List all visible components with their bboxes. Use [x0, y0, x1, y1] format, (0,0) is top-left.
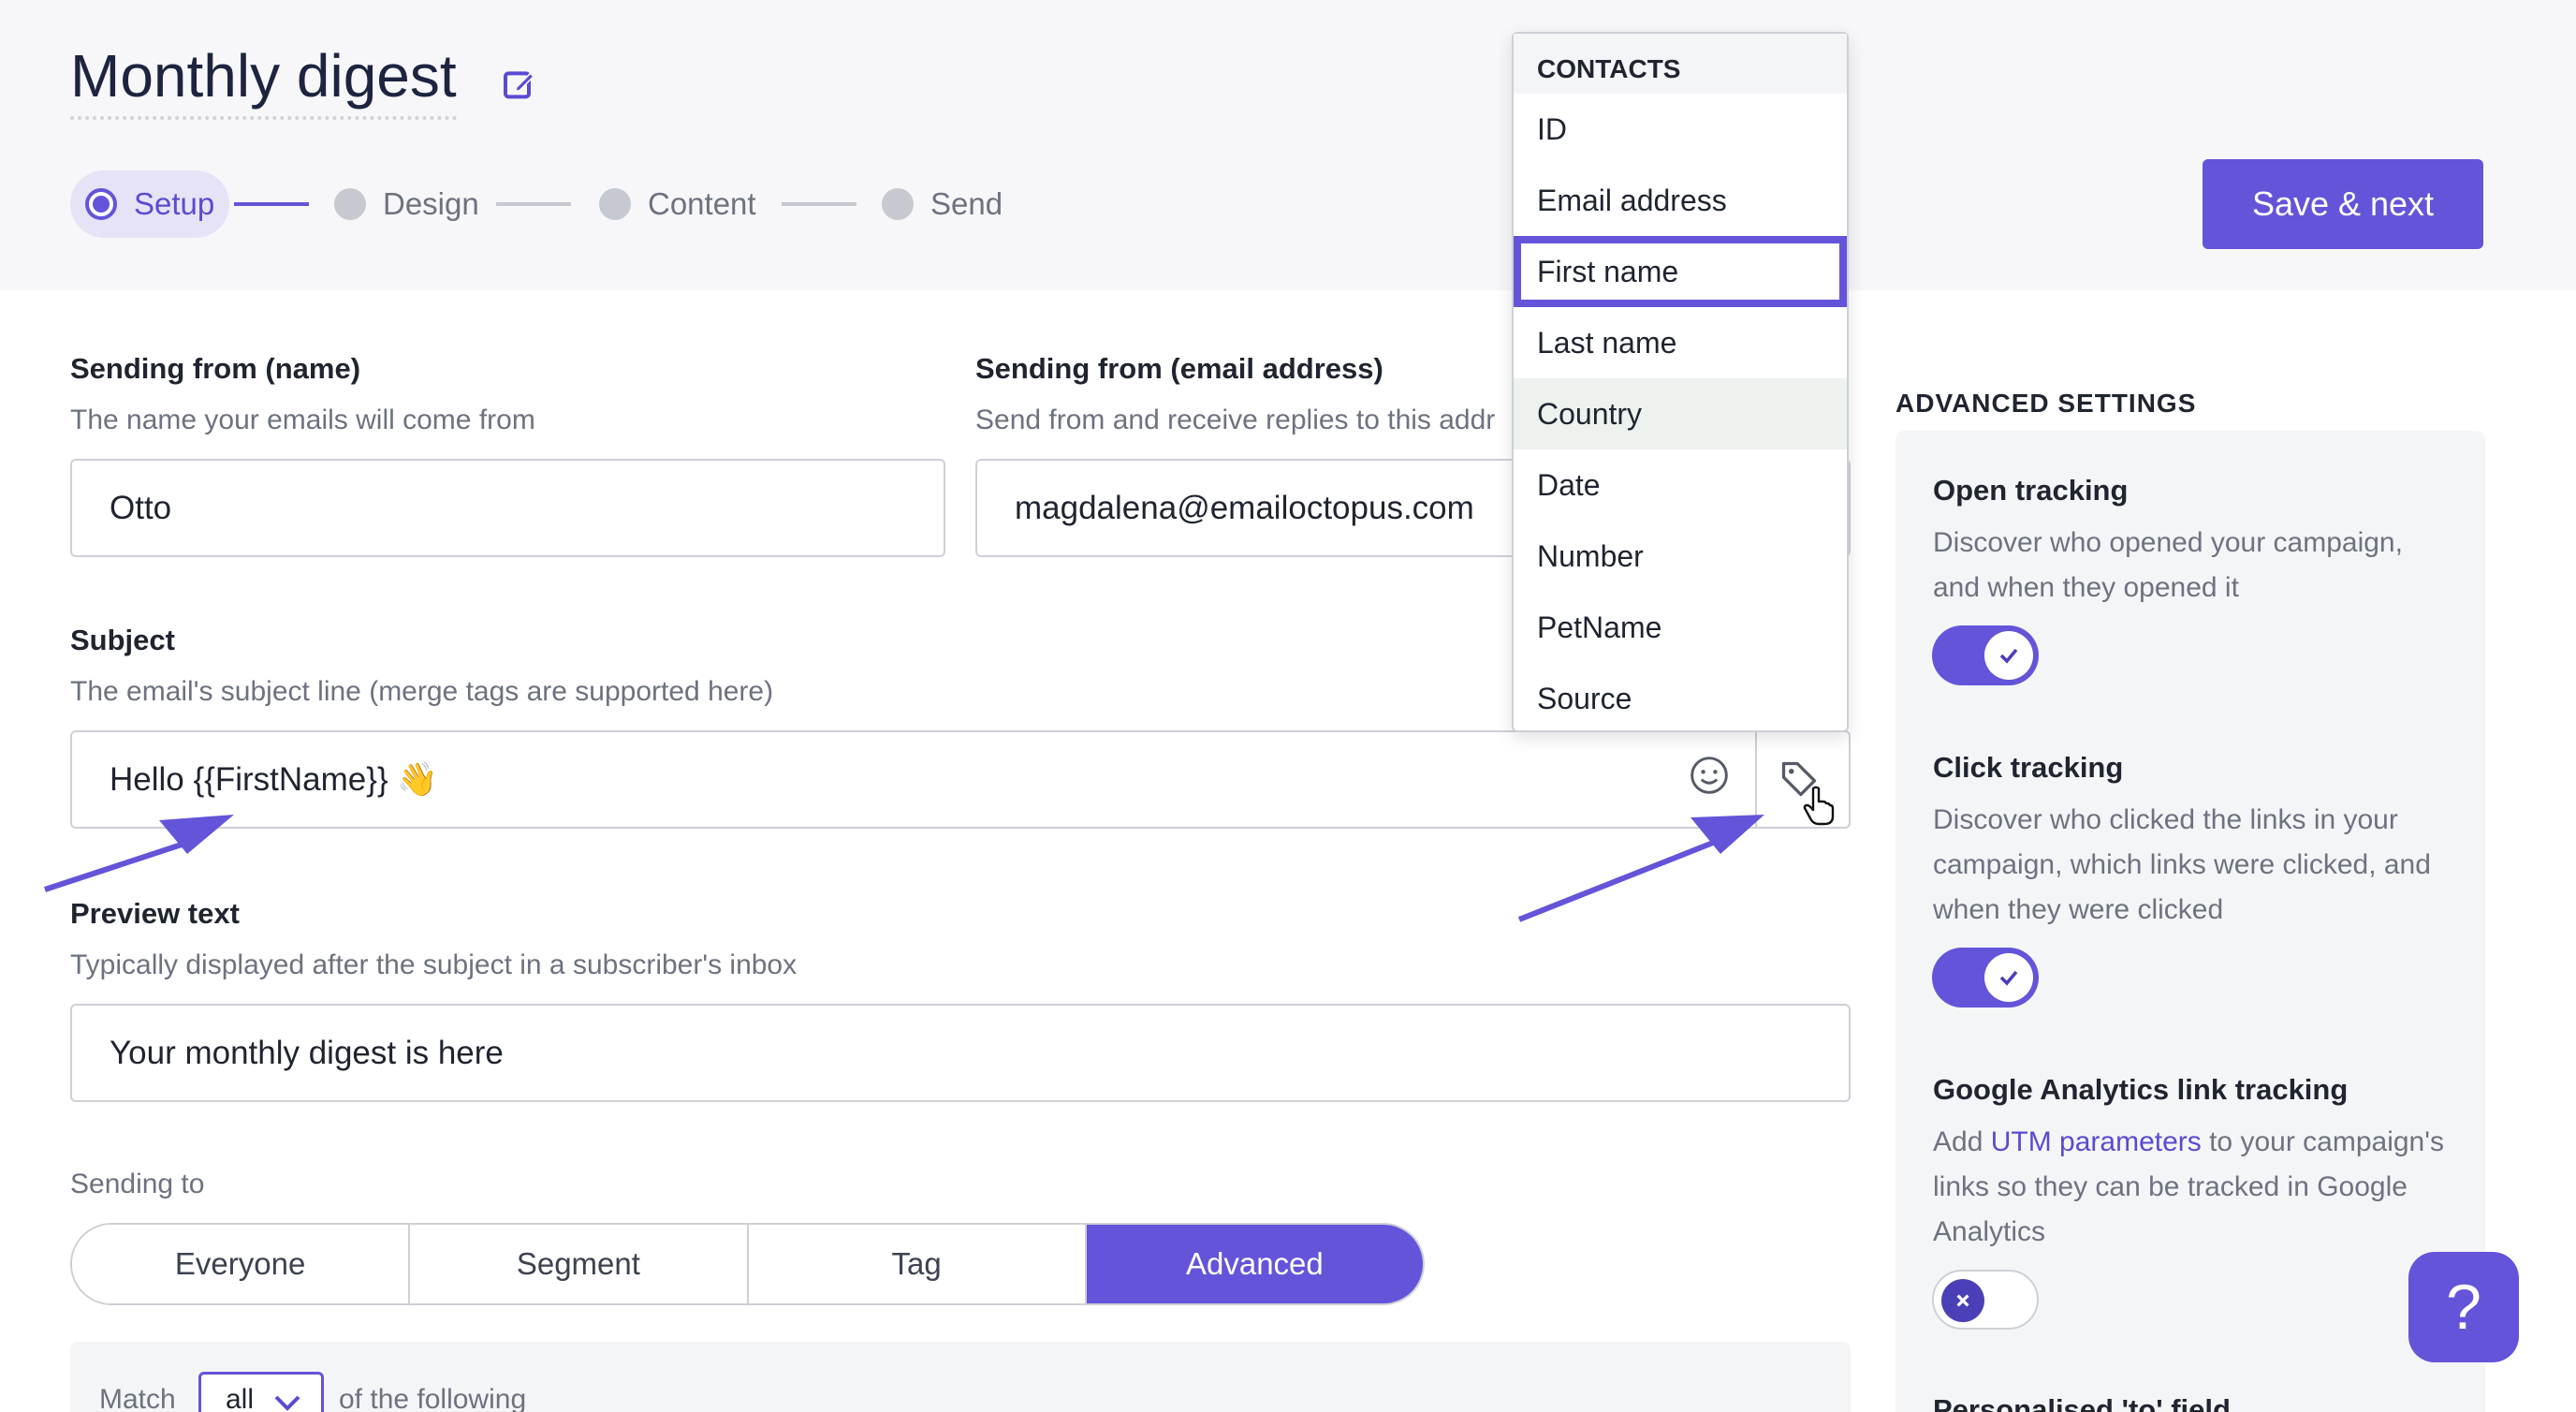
toggle-knob	[1984, 631, 2033, 680]
step-label: Design	[383, 186, 479, 221]
dropdown-item[interactable]: Email address	[1514, 165, 1847, 236]
step-label: Send	[930, 186, 1003, 221]
click-tracking-toggle[interactable]	[1932, 948, 2039, 1008]
step-dot	[599, 188, 631, 220]
step-label: Setup	[134, 186, 215, 221]
page-title: Monthly digest	[70, 41, 457, 120]
from-name-hint: The name your emails will come from	[70, 404, 535, 435]
from-name-label: Sending from (name)	[70, 352, 361, 385]
hand-cursor-icon	[1803, 786, 1835, 826]
from-email-label: Sending from (email address)	[975, 352, 1383, 385]
arrow-icon	[1517, 815, 1764, 922]
dropdown-item[interactable]: Last name	[1514, 307, 1847, 378]
merge-tag-dropdown: CONTACTS ID Email address First name Las…	[1512, 32, 1849, 732]
subject-hint: The email's subject line (merge tags are…	[70, 676, 774, 707]
subject-value: Hello {{FirstName}} 👋	[110, 761, 438, 798]
from-name-value: Otto	[110, 489, 172, 526]
save-next-button[interactable]: Save & next	[2203, 159, 2483, 249]
option-everyone[interactable]: Everyone	[72, 1225, 411, 1303]
open-tracking-title: Open tracking	[1933, 474, 2129, 507]
check-icon	[1999, 648, 2018, 664]
option-tag[interactable]: Tag	[748, 1225, 1087, 1303]
click-tracking-title: Click tracking	[1933, 751, 2124, 784]
edit-icon[interactable]	[501, 66, 538, 103]
match-conditions-box	[70, 1342, 1851, 1412]
step-connector	[782, 202, 856, 206]
dropdown-header: CONTACTS	[1514, 34, 1847, 94]
emoji-icon[interactable]	[1689, 755, 1730, 796]
ga-tracking-desc: Add UTM parameters to your campaign's li…	[1933, 1120, 2457, 1255]
step-connector	[234, 202, 309, 206]
open-tracking-toggle[interactable]	[1932, 625, 2039, 685]
dropdown-item[interactable]: Source	[1514, 663, 1847, 734]
from-email-hint: Send from and receive replies to this ad…	[975, 404, 1496, 435]
input-divider	[1755, 732, 1757, 827]
match-prefix: Match	[99, 1384, 176, 1412]
close-icon	[1956, 1294, 1969, 1307]
match-value: all	[226, 1384, 255, 1412]
utm-parameters-link[interactable]: UTM parameters	[1991, 1126, 2202, 1157]
match-suffix: of the following	[339, 1384, 527, 1412]
ga-tracking-title: Google Analytics link tracking	[1933, 1073, 2349, 1106]
step-setup[interactable]: Setup	[70, 170, 230, 238]
dropdown-item-hovered[interactable]: Country	[1514, 378, 1847, 449]
subject-label: Subject	[70, 624, 175, 656]
open-tracking-desc: Discover who opened your campaign, and w…	[1933, 527, 2403, 603]
step-dot	[882, 188, 914, 220]
ga-desc-pre: Add	[1933, 1126, 1991, 1157]
click-tracking-desc: Discover who clicked the links in your c…	[1933, 804, 2431, 925]
preview-label: Preview text	[70, 897, 240, 930]
toggle-knob	[1984, 953, 2033, 1002]
step-dot	[334, 188, 366, 220]
preview-hint: Typically displayed after the subject in…	[70, 949, 798, 980]
step-connector	[496, 202, 571, 206]
preview-input[interactable]: Your monthly digest is here	[70, 1004, 1851, 1102]
match-select[interactable]: all	[198, 1372, 324, 1412]
preview-value: Your monthly digest is here	[110, 1034, 504, 1071]
step-content[interactable]: Content	[599, 170, 756, 238]
sending-to-segmented: Everyone Segment Tag Advanced	[70, 1223, 1425, 1305]
step-send[interactable]: Send	[882, 170, 1003, 238]
step-design[interactable]: Design	[334, 170, 479, 238]
subject-input[interactable]: Hello {{FirstName}} 👋	[70, 730, 1851, 829]
dropdown-item[interactable]: ID	[1514, 94, 1847, 165]
chevron-down-icon	[274, 1395, 300, 1411]
check-icon	[1999, 970, 2018, 986]
sending-to-label: Sending to	[70, 1169, 205, 1199]
dropdown-item[interactable]: Number	[1514, 521, 1847, 592]
option-advanced[interactable]: Advanced	[1086, 1225, 1423, 1303]
step-dot	[85, 188, 117, 220]
personalised-to-title: Personalised 'to' field	[1933, 1393, 2231, 1412]
from-email-value: magdalena@emailoctopus.com	[1015, 489, 1474, 526]
step-label: Content	[648, 186, 756, 221]
dropdown-item-selected[interactable]: First name	[1514, 236, 1847, 307]
help-button[interactable]: ?	[2408, 1252, 2519, 1362]
from-name-input[interactable]: Otto	[70, 459, 945, 557]
dropdown-item[interactable]: PetName	[1514, 592, 1847, 663]
toggle-knob	[1941, 1279, 1984, 1322]
help-icon: ?	[2446, 1272, 2481, 1343]
option-segment[interactable]: Segment	[410, 1225, 749, 1303]
dropdown-item[interactable]: Date	[1514, 449, 1847, 521]
advanced-settings-heading: ADVANCED SETTINGS	[1895, 389, 2197, 418]
ga-tracking-toggle[interactable]	[1932, 1270, 2039, 1330]
